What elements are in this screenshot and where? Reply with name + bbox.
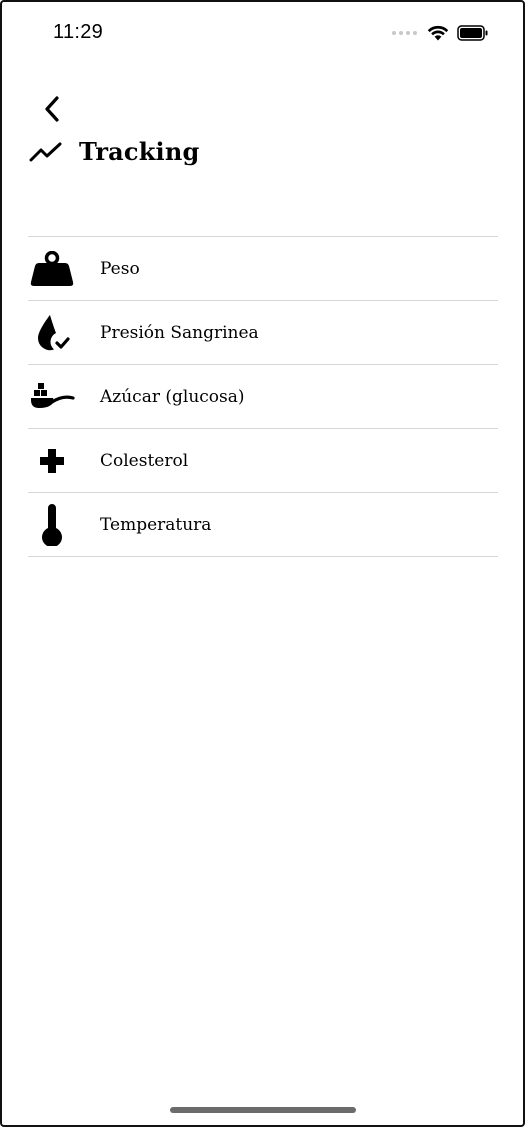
item-label: Temperatura xyxy=(100,514,212,535)
list-item-peso[interactable]: Peso xyxy=(28,237,498,301)
plus-cross-icon xyxy=(28,441,76,481)
sugar-spoon-icon xyxy=(28,377,76,417)
list-item-azucar[interactable]: Azúcar (glucosa) xyxy=(28,365,498,429)
item-label: Azúcar (glucosa) xyxy=(100,386,245,407)
home-indicator[interactable] xyxy=(170,1107,356,1113)
page-title: Tracking xyxy=(79,136,200,166)
blood-drop-check-icon xyxy=(28,313,76,353)
page-header: Tracking xyxy=(29,134,200,168)
list-item-temperatura[interactable]: Temperatura xyxy=(28,493,498,557)
weight-icon xyxy=(28,249,76,289)
signal-dots-icon xyxy=(392,30,417,35)
item-label: Colesterol xyxy=(100,450,189,471)
phone-frame: 11:29 Tracking Peso Presión Sangrinea Az… xyxy=(0,0,525,1127)
list-item-colesterol[interactable]: Colesterol xyxy=(28,429,498,493)
item-label: Peso xyxy=(100,258,140,279)
list-item-presion-sangrinea[interactable]: Presión Sangrinea xyxy=(28,301,498,365)
wifi-icon xyxy=(427,25,449,41)
back-button[interactable] xyxy=(38,94,66,124)
item-label: Presión Sangrinea xyxy=(100,322,259,343)
status-icons xyxy=(392,24,489,41)
chevron-left-icon xyxy=(45,96,59,122)
status-time: 11:29 xyxy=(53,21,104,43)
thermometer-icon xyxy=(28,503,76,546)
trending-up-icon xyxy=(29,142,62,162)
tracking-list: Peso Presión Sangrinea Azúcar (glucosa) … xyxy=(28,236,498,557)
battery-icon xyxy=(457,24,488,41)
status-bar: 11:29 xyxy=(2,2,523,66)
